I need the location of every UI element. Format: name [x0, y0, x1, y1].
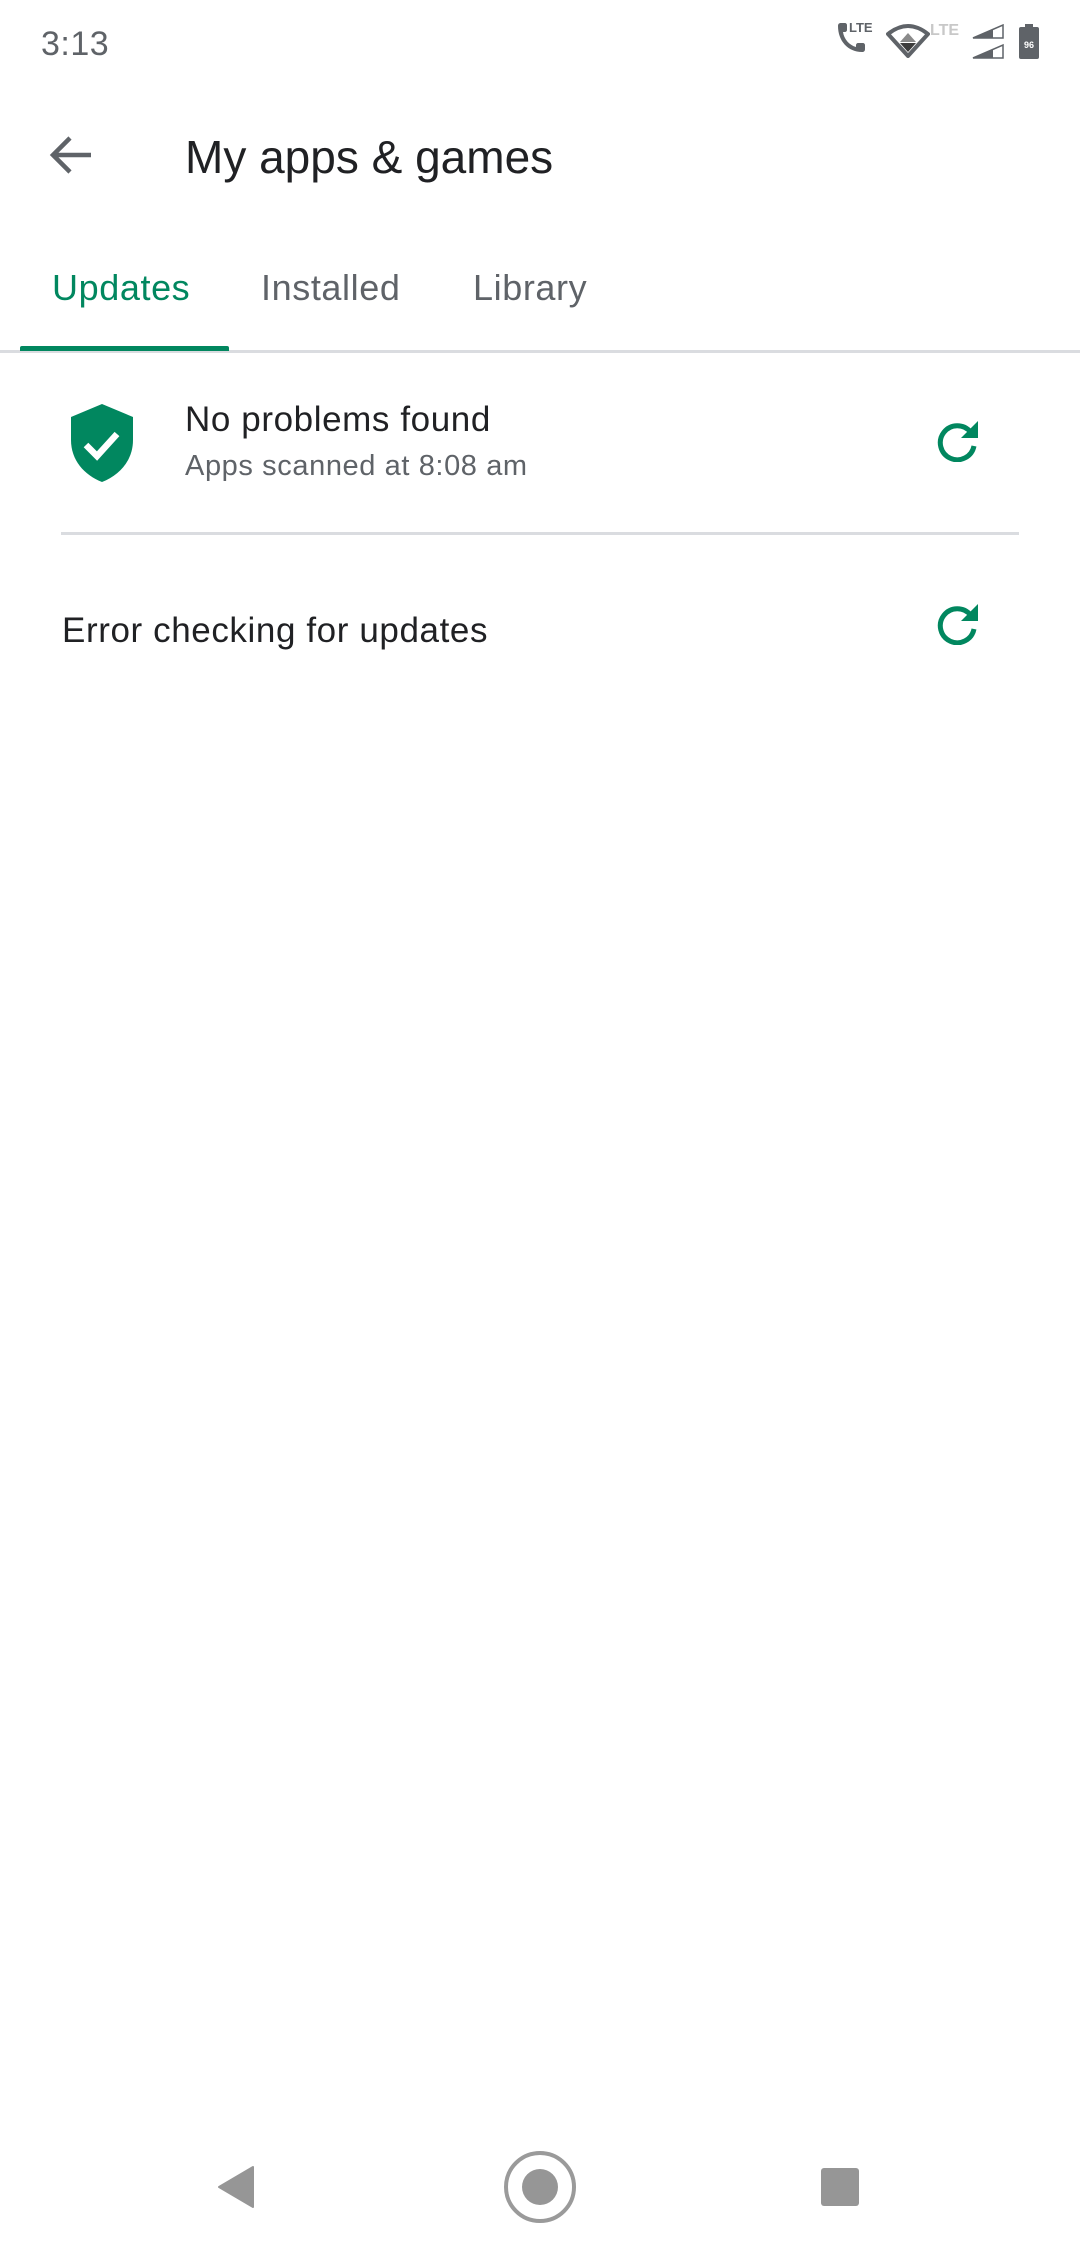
- arrow-back-icon: [49, 135, 93, 180]
- page-title: My apps & games: [185, 131, 554, 183]
- shield-check-icon: [70, 404, 134, 482]
- recents-icon: [820, 2167, 860, 2212]
- tab-bar: Updates Installed Library: [0, 250, 1080, 353]
- scan-status-subtitle: Apps scanned at 8:08 am: [185, 450, 528, 482]
- battery-icon: 96: [1018, 24, 1040, 60]
- play-protect-row[interactable]: No problems found Apps scanned at 8:08 a…: [0, 356, 1080, 534]
- tab-updates[interactable]: Updates: [20, 250, 222, 350]
- back-icon: [216, 2165, 256, 2214]
- nav-recents-button[interactable]: [785, 2134, 895, 2244]
- refresh-icon: [937, 420, 979, 467]
- status-bar: 3:13 LTE LTE 96: [0, 0, 1080, 84]
- svg-text:LTE: LTE: [849, 20, 873, 35]
- signal-icon: [971, 23, 1005, 60]
- back-button[interactable]: [30, 116, 112, 198]
- lte-icon: LTE: [930, 20, 968, 40]
- svg-text:LTE: LTE: [930, 22, 959, 39]
- rescan-button[interactable]: [928, 413, 988, 473]
- nav-back-button[interactable]: [181, 2134, 291, 2244]
- retry-update-check-button[interactable]: [928, 596, 988, 656]
- status-time: 3:13: [41, 25, 110, 63]
- tab-label: Installed: [261, 267, 401, 308]
- refresh-icon: [937, 603, 979, 650]
- update-error-message: Error checking for updates: [62, 611, 489, 650]
- tab-library[interactable]: Library: [441, 250, 619, 350]
- tab-label: Library: [473, 267, 588, 308]
- svg-text:96: 96: [1024, 40, 1034, 50]
- scan-status-title: No problems found: [185, 400, 491, 439]
- volte-call-icon: LTE: [834, 18, 878, 60]
- updates-status-row[interactable]: Error checking for updates: [0, 535, 1080, 720]
- home-icon: [502, 2149, 578, 2230]
- active-tab-indicator: [20, 346, 229, 351]
- wifi-calling-icon: [886, 22, 930, 58]
- nav-home-button[interactable]: [485, 2134, 595, 2244]
- tab-installed[interactable]: Installed: [229, 250, 433, 350]
- tab-label: Updates: [52, 267, 191, 308]
